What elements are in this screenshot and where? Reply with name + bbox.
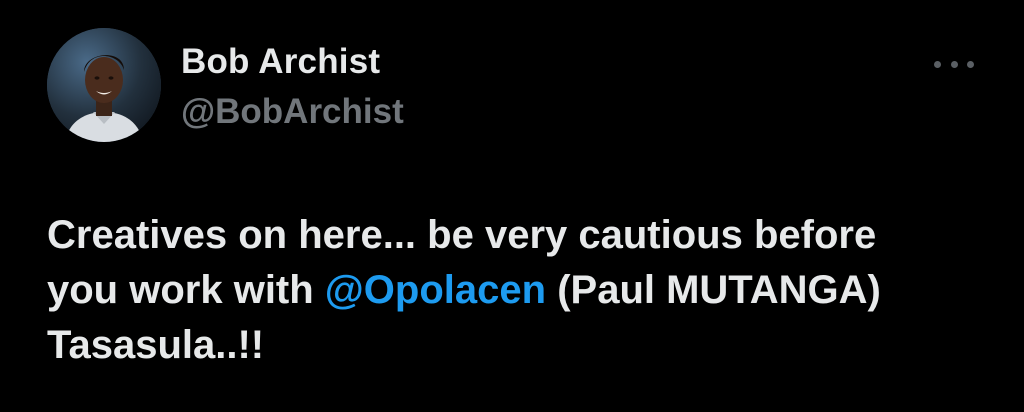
- more-horizontal-icon[interactable]: [934, 52, 974, 76]
- tweet-text: Creatives on here... be very cautious be…: [47, 208, 997, 373]
- more-dot: [950, 60, 958, 68]
- mention-link[interactable]: @Opolacen: [325, 268, 546, 312]
- avatar[interactable]: [47, 28, 161, 142]
- tweet-text-line-2-prefix: you work with: [47, 268, 325, 312]
- author-display-name[interactable]: Bob Archist: [181, 42, 380, 82]
- author-handle[interactable]: @BobArchist: [181, 92, 404, 132]
- more-dot: [967, 60, 974, 68]
- tweet-card: Bob Archist @BobArchist Creatives on her…: [0, 0, 1024, 412]
- tweet-text-line-2-suffix: (Paul MUTANGA): [546, 268, 881, 312]
- avatar-image: [47, 28, 161, 142]
- more-dot: [934, 60, 941, 68]
- tweet-text-line-1: Creatives on here... be very cautious be…: [47, 213, 877, 257]
- tweet-text-line-2: you work with @Opolacen (Paul MUTANGA): [47, 263, 997, 318]
- tweet-text-line-3: Tasasula..!!: [47, 323, 265, 367]
